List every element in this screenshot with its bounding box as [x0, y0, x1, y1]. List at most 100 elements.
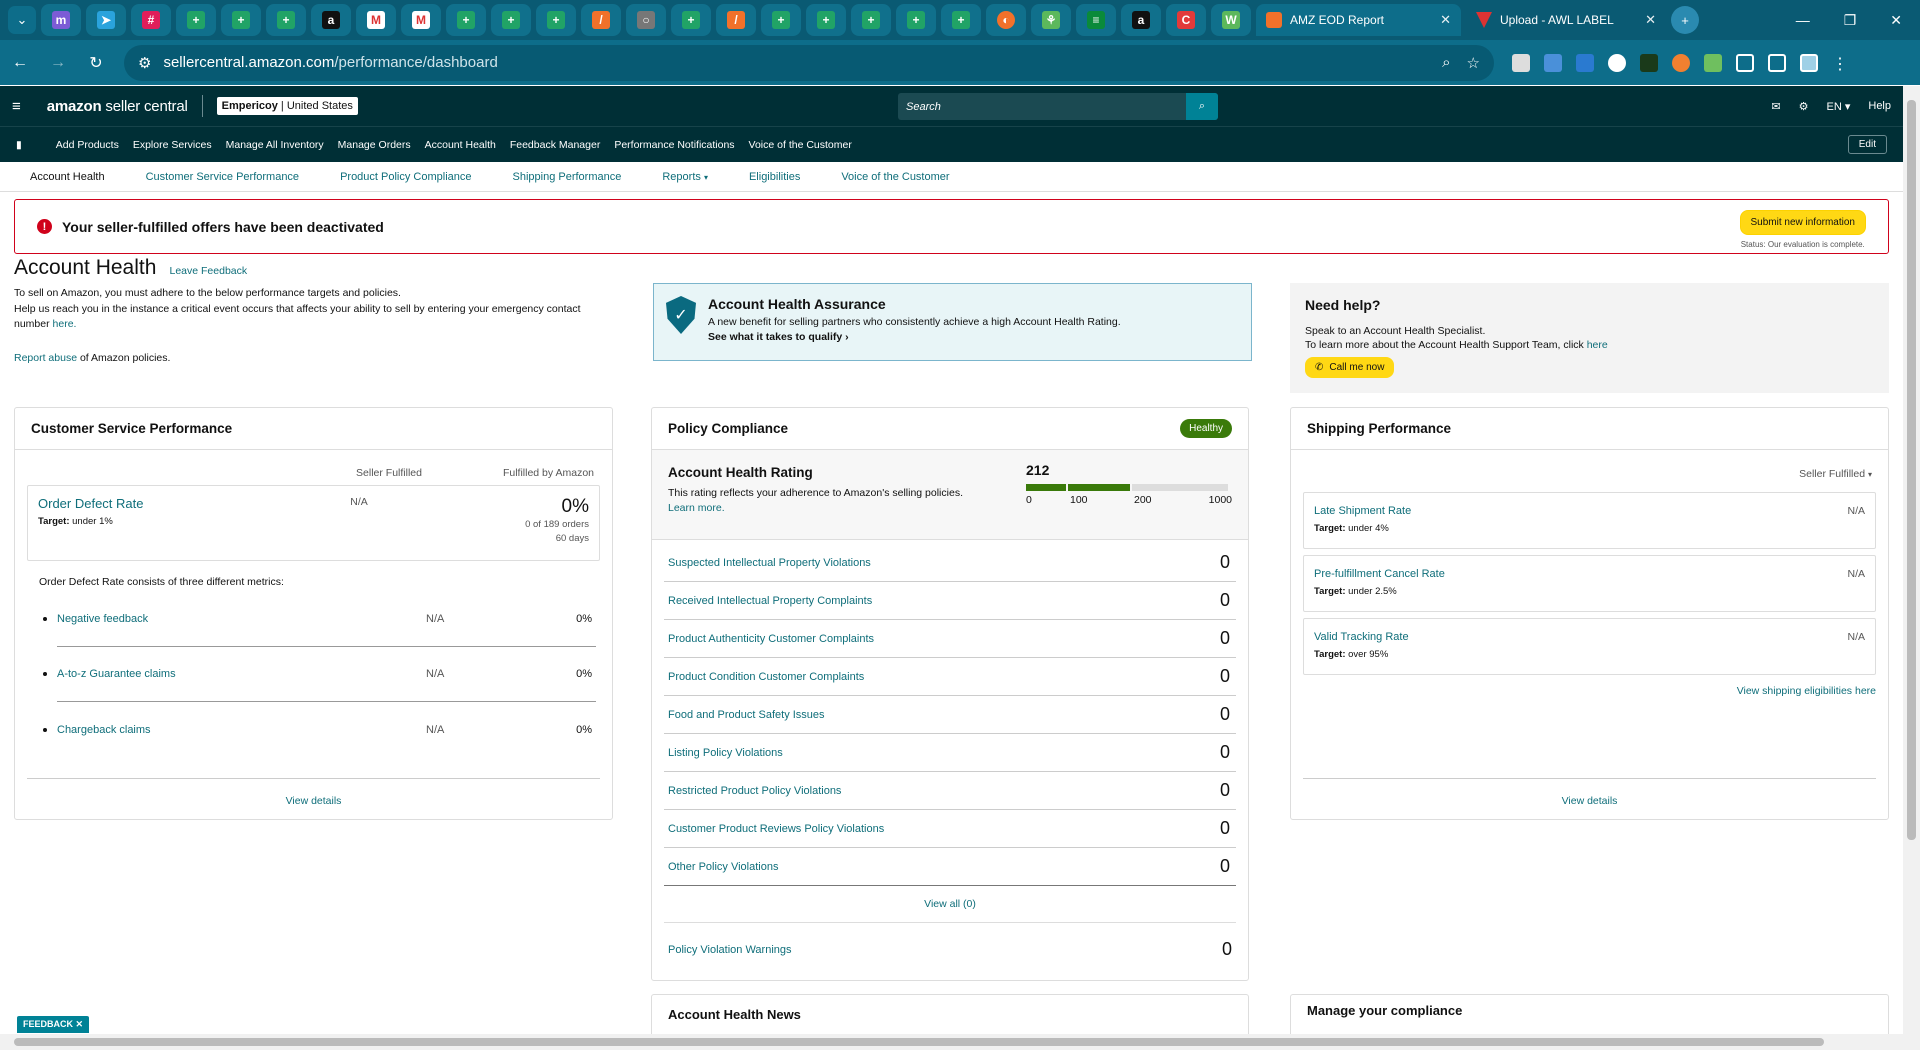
nav-manage-orders[interactable]: Manage Orders [338, 139, 411, 151]
nav-voice-of-customer[interactable]: Voice of the Customer [749, 139, 852, 151]
shipping-metric-link[interactable]: Valid Tracking Rate [1314, 631, 1409, 643]
close-icon[interactable]: ✕ [76, 1019, 84, 1029]
edit-button[interactable]: Edit [1847, 135, 1887, 154]
pinned-tab-app-2[interactable]: / [716, 4, 756, 36]
profile-avatar[interactable] [1800, 53, 1818, 72]
reload-icon[interactable]: ↻ [86, 53, 106, 73]
pinned-tab-slack[interactable]: # [131, 4, 171, 36]
support-team-link[interactable]: here [1587, 339, 1608, 351]
pinned-tab-app-1[interactable]: / [581, 4, 621, 36]
extension-icon[interactable] [1544, 53, 1562, 72]
shipping-metric-link[interactable]: Late Shipment Rate [1314, 505, 1411, 517]
account-switcher[interactable]: Empericoy | United States [216, 97, 358, 115]
nav-add-products[interactable]: Add Products [56, 139, 119, 151]
language-selector[interactable]: EN ▾ [1827, 100, 1851, 113]
nav-account-health[interactable]: Account Health [425, 139, 496, 151]
emergency-contact-link[interactable]: here. [53, 318, 77, 330]
puzzle-icon[interactable] [1736, 53, 1754, 72]
pinned-tab-w[interactable]: W [1211, 4, 1251, 36]
pinned-tab-sheets-3[interactable]: + [266, 4, 306, 36]
submit-info-button[interactable]: Submit new information [1739, 210, 1866, 235]
nav-performance-notifications[interactable]: Performance Notifications [614, 139, 734, 151]
policy-link[interactable]: Suspected Intellectual Property Violatio… [668, 557, 871, 569]
odr-link[interactable]: Order Defect Rate [38, 496, 144, 511]
subnav-customer-service[interactable]: Customer Service Performance [146, 171, 299, 183]
qualify-link[interactable]: See what it takes to qualify › [708, 331, 1121, 343]
extension-icon[interactable] [1512, 53, 1530, 72]
metric-link[interactable]: Chargeback claims [57, 724, 151, 736]
side-panel-icon[interactable] [1768, 53, 1786, 72]
pinned-tab-messenger[interactable]: m [41, 4, 81, 36]
pinned-tab-sheets-5[interactable]: + [491, 4, 531, 36]
pinned-tab-amazon-1[interactable]: a [311, 4, 351, 36]
pinned-tab-sheets-2[interactable]: + [221, 4, 261, 36]
pinned-tab-globe[interactable]: ○ [626, 4, 666, 36]
pinned-tab-sheets-11[interactable]: + [896, 4, 936, 36]
pinned-tab-green[interactable]: ≡ [1076, 4, 1116, 36]
search-input[interactable] [898, 93, 1186, 120]
pinned-tab-sheets-4[interactable]: + [446, 4, 486, 36]
help-link[interactable]: Help [1868, 100, 1891, 112]
extension-icon[interactable] [1640, 53, 1658, 72]
warnings-link[interactable]: Policy Violation Warnings [668, 944, 792, 956]
pinned-tab-orange[interactable]: ◐ [986, 4, 1026, 36]
new-tab-button[interactable]: + [1671, 6, 1699, 34]
subnav-reports[interactable]: Reports ▾ [662, 171, 708, 183]
leave-feedback-link[interactable]: Leave Feedback [169, 265, 247, 277]
pinned-tab-gmail-1[interactable]: M [356, 4, 396, 36]
pinned-tab-amazon-2[interactable]: a [1121, 4, 1161, 36]
pinned-tab-sheets-12[interactable]: + [941, 4, 981, 36]
close-window-icon[interactable]: ✕ [1890, 12, 1902, 29]
address-bar[interactable]: ⚙ sellercentral.amazon.com/performance/d… [124, 44, 1494, 81]
pinned-tab-sheets-7[interactable]: + [671, 4, 711, 36]
subnav-product-policy[interactable]: Product Policy Compliance [340, 171, 471, 183]
shipping-view-details-link[interactable]: View details [1562, 795, 1618, 807]
view-all-link[interactable]: View all (0) [924, 898, 976, 910]
pinned-tab-sheets-6[interactable]: + [536, 4, 576, 36]
shipping-eligibilities-link[interactable]: View shipping eligibilities here [1737, 685, 1876, 697]
seller-central-logo[interactable]: amazon seller central [47, 98, 188, 115]
pinned-tab-telegram[interactable]: ➤ [86, 4, 126, 36]
report-abuse-link[interactable]: Report abuse [14, 352, 77, 364]
tab-upload-awl-label[interactable]: Upload - AWL LABEL ✕ [1466, 4, 1666, 36]
metric-link[interactable]: A-to-z Guarantee claims [57, 668, 176, 680]
extension-icon[interactable] [1672, 53, 1690, 72]
search-icon[interactable]: ⌕ [1186, 93, 1218, 120]
learn-more-link[interactable]: Learn more. [668, 502, 725, 514]
bookmark-icon[interactable]: ▮ [16, 139, 22, 151]
fulfillment-filter[interactable]: Seller Fulfilled ▾ [1291, 450, 1888, 486]
metric-link[interactable]: Negative feedback [57, 613, 148, 625]
close-icon[interactable]: ✕ [1440, 12, 1451, 28]
site-info-icon[interactable]: ⚙ [138, 54, 151, 72]
restore-icon[interactable]: ❐ [1844, 12, 1857, 29]
tab-amz-eod-report[interactable]: AMZ EOD Report ✕ [1256, 4, 1461, 36]
nav-explore-services[interactable]: Explore Services [133, 139, 212, 151]
feedback-tab[interactable]: FEEDBACK ✕ [17, 1016, 90, 1033]
policy-link[interactable]: Received Intellectual Property Complaint… [668, 595, 872, 607]
back-icon[interactable]: ← [10, 54, 30, 72]
nav-manage-inventory[interactable]: Manage All Inventory [226, 139, 324, 151]
policy-link[interactable]: Other Policy Violations [668, 861, 778, 873]
policy-link[interactable]: Restricted Product Policy Violations [668, 785, 841, 797]
subnav-voice[interactable]: Voice of the Customer [841, 171, 949, 183]
pinned-tab-gmail-2[interactable]: M [401, 4, 441, 36]
horizontal-scrollbar[interactable] [0, 1034, 1903, 1050]
vertical-scrollbar[interactable] [1903, 86, 1920, 1050]
subnav-eligibilities[interactable]: Eligibilities [749, 171, 800, 183]
close-icon[interactable]: ✕ [1645, 12, 1656, 28]
mail-icon[interactable]: ✉ [1771, 100, 1780, 113]
shipping-metric-link[interactable]: Pre-fulfillment Cancel Rate [1314, 568, 1445, 580]
policy-link[interactable]: Product Authenticity Customer Complaints [668, 633, 874, 645]
nav-feedback-manager[interactable]: Feedback Manager [510, 139, 600, 151]
extension-icon[interactable] [1704, 53, 1722, 72]
csp-view-details-link[interactable]: View details [286, 795, 342, 807]
subnav-shipping[interactable]: Shipping Performance [513, 171, 622, 183]
pinned-tab-plant[interactable]: ⚘ [1031, 4, 1071, 36]
policy-link[interactable]: Listing Policy Violations [668, 747, 783, 759]
policy-link[interactable]: Product Condition Customer Complaints [668, 671, 864, 683]
policy-link[interactable]: Customer Product Reviews Policy Violatio… [668, 823, 884, 835]
pinned-tab-sheets-10[interactable]: + [851, 4, 891, 36]
pinned-tab-sheets-1[interactable]: + [176, 4, 216, 36]
subnav-account-health[interactable]: Account Health [30, 171, 105, 183]
pinned-tab-red-c[interactable]: C [1166, 4, 1206, 36]
